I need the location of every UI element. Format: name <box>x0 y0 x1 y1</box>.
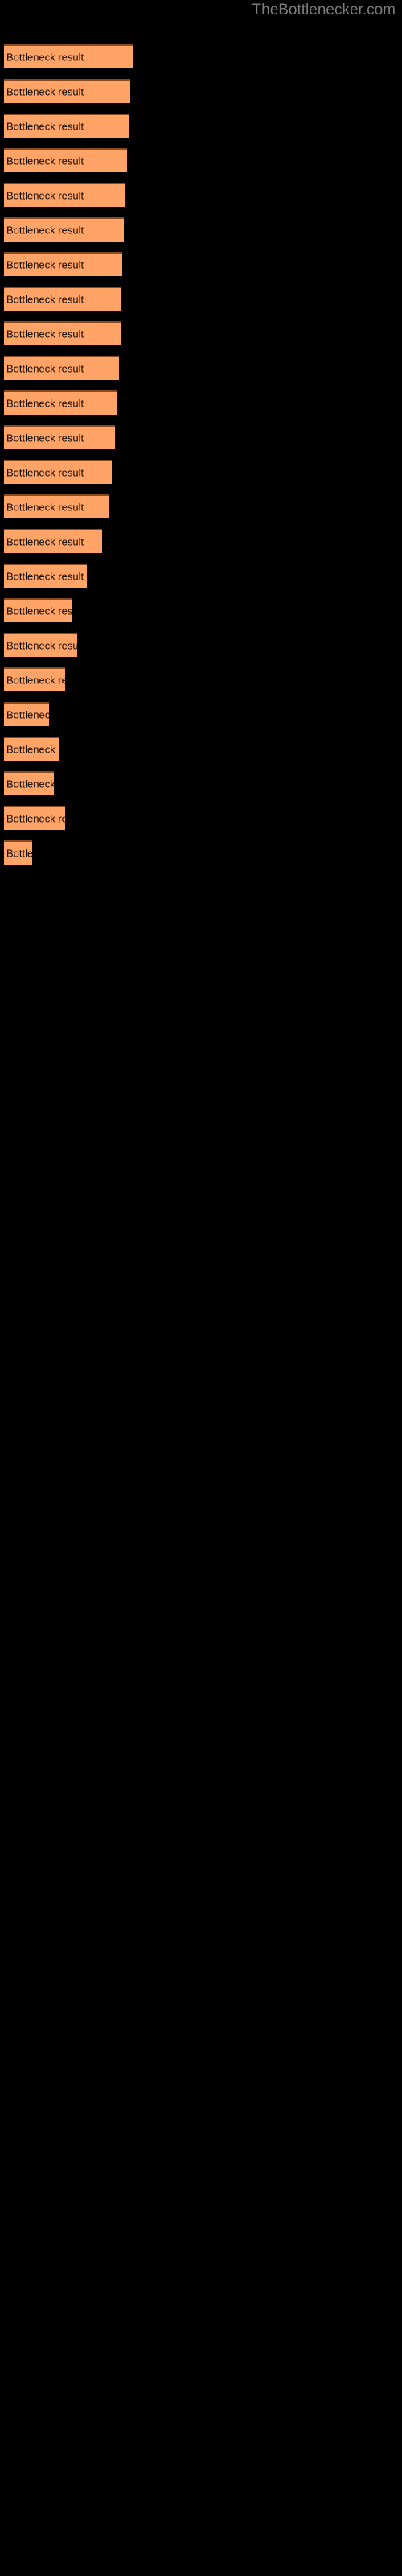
bar-row: Bottleneck result <box>0 460 402 484</box>
bar-label: Bottleneck result <box>6 639 77 652</box>
bar-row: Bottleneck result <box>0 148 402 172</box>
bar[interactable]: Bottleneck result <box>4 217 124 242</box>
bar-row: Bottleneck result <box>0 840 402 865</box>
bar[interactable]: Bottleneck result <box>4 425 115 449</box>
bar-label: Bottleneck result <box>6 224 84 237</box>
bar[interactable]: Bottleneck result <box>4 806 65 830</box>
bar-row: Bottleneck result <box>0 633 402 657</box>
bar-label: Bottleneck result <box>6 674 65 687</box>
bar[interactable]: Bottleneck result <box>4 667 65 691</box>
bar-row: Bottleneck result <box>0 217 402 242</box>
bar-label: Bottleneck result <box>6 535 84 548</box>
bar-row: Bottleneck result <box>0 183 402 207</box>
bar[interactable]: Bottleneck result <box>4 529 102 553</box>
bar-label: Bottleneck result <box>6 501 84 514</box>
bar-row: Bottleneck result <box>0 390 402 415</box>
bar-row: Bottleneck result <box>0 356 402 380</box>
bar[interactable]: Bottleneck result <box>4 633 77 657</box>
bar[interactable]: Bottleneck result <box>4 840 32 865</box>
bar[interactable]: Bottleneck result <box>4 148 127 172</box>
bar-label: Bottleneck result <box>6 812 65 825</box>
bar-label: Bottleneck result <box>6 397 84 410</box>
bar-row: Bottleneck result <box>0 598 402 622</box>
bar-label: Bottleneck result <box>6 328 84 341</box>
bar-row: Bottleneck result <box>0 425 402 449</box>
bar-row: Bottleneck result <box>0 79 402 103</box>
bar-label: Bottleneck result <box>6 431 84 444</box>
bar[interactable]: Bottleneck result <box>4 460 112 484</box>
bar[interactable]: Bottleneck result <box>4 702 49 726</box>
bar[interactable]: Bottleneck result <box>4 598 72 622</box>
bar[interactable]: Bottleneck result <box>4 252 122 276</box>
bar-row: Bottleneck result <box>0 771 402 795</box>
bar[interactable]: Bottleneck result <box>4 771 54 795</box>
bar-label: Bottleneck result <box>6 189 84 202</box>
bar-label: Bottleneck result <box>6 743 59 756</box>
bar-label: Bottleneck result <box>6 570 84 583</box>
bar[interactable]: Bottleneck result <box>4 287 121 311</box>
bar-label: Bottleneck result <box>6 466 84 479</box>
bar-row: Bottleneck result <box>0 529 402 553</box>
bar[interactable]: Bottleneck result <box>4 79 130 103</box>
bar-label: Bottleneck result <box>6 155 84 167</box>
bar-label: Bottleneck result <box>6 708 49 721</box>
bar-row: Bottleneck result <box>0 494 402 518</box>
bar-row: Bottleneck result <box>0 287 402 311</box>
bar-label: Bottleneck result <box>6 51 84 64</box>
bar-label: Bottleneck result <box>6 605 72 617</box>
bar-row: Bottleneck result <box>0 667 402 691</box>
bar-row: Bottleneck result <box>0 806 402 830</box>
bar-label: Bottleneck result <box>6 85 84 98</box>
bar-label: Bottleneck result <box>6 258 84 271</box>
bar[interactable]: Bottleneck result <box>4 356 119 380</box>
bar-label: Bottleneck result <box>6 120 84 133</box>
bar-row: Bottleneck result <box>0 702 402 726</box>
bar-label: Bottleneck result <box>6 778 54 791</box>
bar[interactable]: Bottleneck result <box>4 737 59 761</box>
bar-label: Bottleneck result <box>6 362 84 375</box>
bar[interactable]: Bottleneck result <box>4 390 117 415</box>
bar-row: Bottleneck result <box>0 321 402 345</box>
bar-row: Bottleneck result <box>0 564 402 588</box>
bar-label: Bottleneck result <box>6 293 84 306</box>
bar-label: Bottleneck result <box>6 847 32 860</box>
bar-row: Bottleneck result <box>0 114 402 138</box>
bar[interactable]: Bottleneck result <box>4 494 109 518</box>
bar[interactable]: Bottleneck result <box>4 321 121 345</box>
bar[interactable]: Bottleneck result <box>4 44 133 68</box>
bar-row: Bottleneck result <box>0 737 402 761</box>
bar[interactable]: Bottleneck result <box>4 564 87 588</box>
bar[interactable]: Bottleneck result <box>4 114 129 138</box>
bar-row: Bottleneck result <box>0 44 402 68</box>
bar[interactable]: Bottleneck result <box>4 183 125 207</box>
bar-row: Bottleneck result <box>0 252 402 276</box>
bottleneck-results-bar-chart: Bottleneck result Bottleneck result Bottle… <box>0 0 402 1739</box>
